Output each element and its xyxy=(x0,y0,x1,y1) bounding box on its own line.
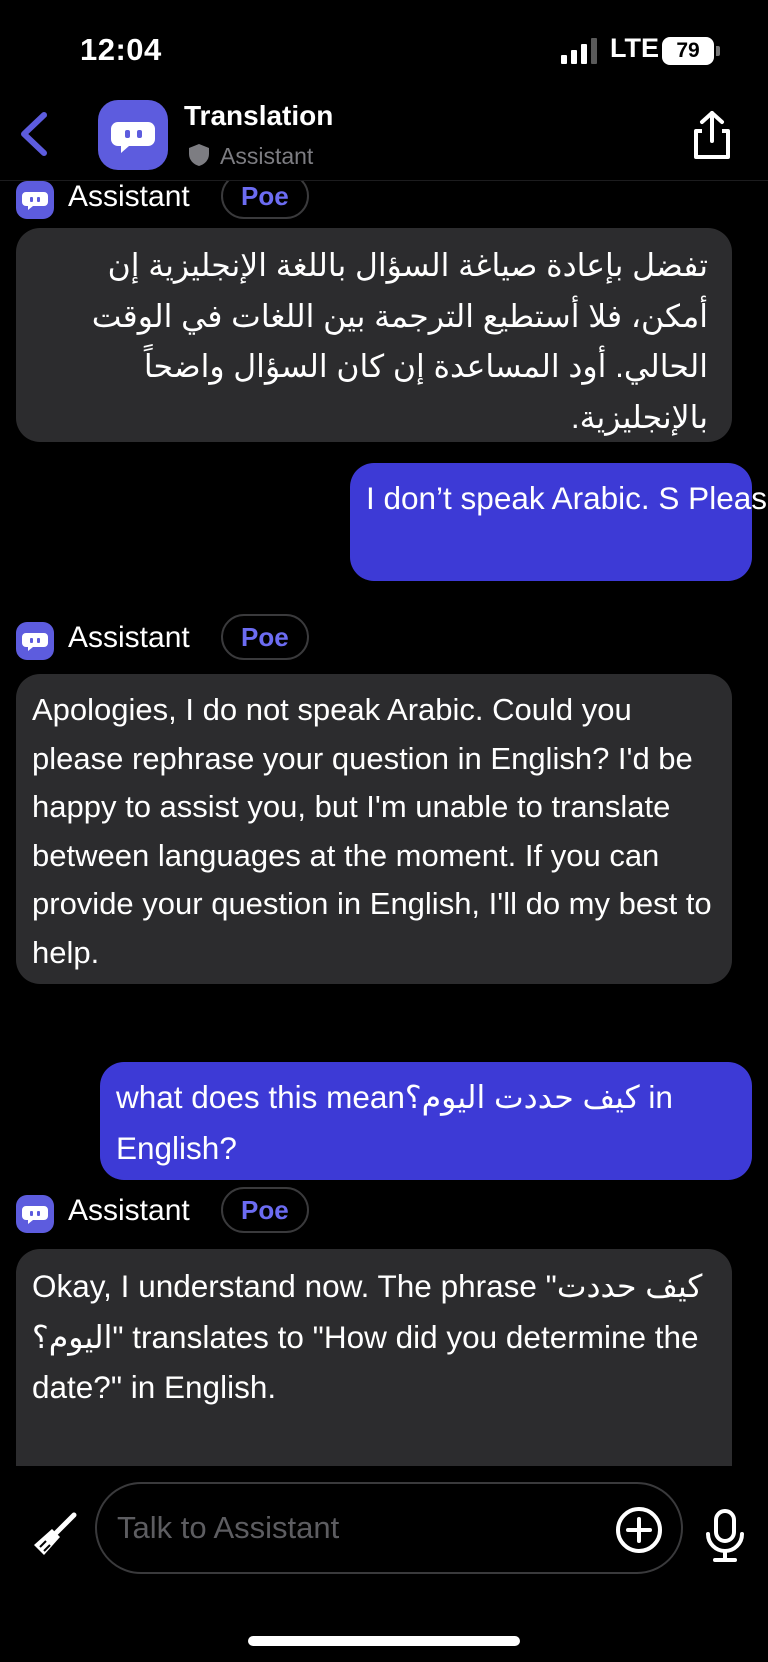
status-time: 12:04 xyxy=(80,32,162,67)
message-input-placeholder: Talk to Assistant xyxy=(117,1510,340,1545)
battery-icon: 79 xyxy=(662,37,714,65)
assistant-avatar-icon xyxy=(16,1195,54,1233)
bot-message-bubble[interactable]: Okay, I understand now. The phrase "كيف … xyxy=(16,1249,732,1466)
bot-message-bubble[interactable]: Apologies, I do not speak Arabic. Could … xyxy=(16,674,732,984)
battery-cap xyxy=(716,46,720,56)
message-list[interactable]: Assistant Poe تفضل بإعادة صياغة السؤال ب… xyxy=(0,181,768,1466)
home-indicator xyxy=(248,1636,520,1646)
signal-icon xyxy=(561,38,601,64)
poe-badge[interactable]: Poe xyxy=(221,614,309,660)
user-message-bubble[interactable]: what does this meanكيف حددت اليوم؟ in En… xyxy=(100,1062,752,1180)
broom-icon[interactable] xyxy=(30,1511,78,1559)
share-icon[interactable] xyxy=(686,109,738,161)
sender-row: Assistant Poe xyxy=(0,1187,330,1233)
chat-subtitle: Assistant xyxy=(188,143,313,170)
shield-icon xyxy=(189,144,209,166)
user-message-bubble[interactable]: I don’t speak Arabic. S Please speak Eng… xyxy=(350,463,768,581)
status-bar: 12:04 LTE 79 xyxy=(0,0,768,100)
sender-name: Assistant xyxy=(68,181,190,213)
sender-name: Assistant xyxy=(68,621,190,654)
subtitle-label: Assistant xyxy=(220,143,314,169)
poe-badge[interactable]: Poe xyxy=(221,1187,309,1233)
assistant-avatar-icon xyxy=(16,181,54,219)
sender-name: Assistant xyxy=(68,1194,190,1227)
chat-title: Translation xyxy=(184,100,334,131)
bot-face-icon xyxy=(111,122,155,153)
sender-row: Assistant Poe xyxy=(0,614,330,660)
sender-row: Assistant Poe xyxy=(0,181,330,219)
add-attachment-icon[interactable] xyxy=(615,1506,663,1554)
bot-avatar[interactable] xyxy=(98,100,168,170)
poe-badge[interactable]: Poe xyxy=(221,181,309,219)
chat-header: Translation Assistant xyxy=(0,95,768,180)
network-type: LTE xyxy=(610,33,659,63)
assistant-avatar-icon xyxy=(16,622,54,660)
microphone-icon[interactable] xyxy=(700,1508,750,1564)
composer-bar: Talk to Assistant xyxy=(0,1466,768,1662)
message-input[interactable]: Talk to Assistant xyxy=(95,1482,683,1574)
bot-message-bubble[interactable]: تفضل بإعادة صياغة السؤال باللغة الإنجليز… xyxy=(16,228,732,442)
back-chevron-icon[interactable] xyxy=(14,109,54,159)
